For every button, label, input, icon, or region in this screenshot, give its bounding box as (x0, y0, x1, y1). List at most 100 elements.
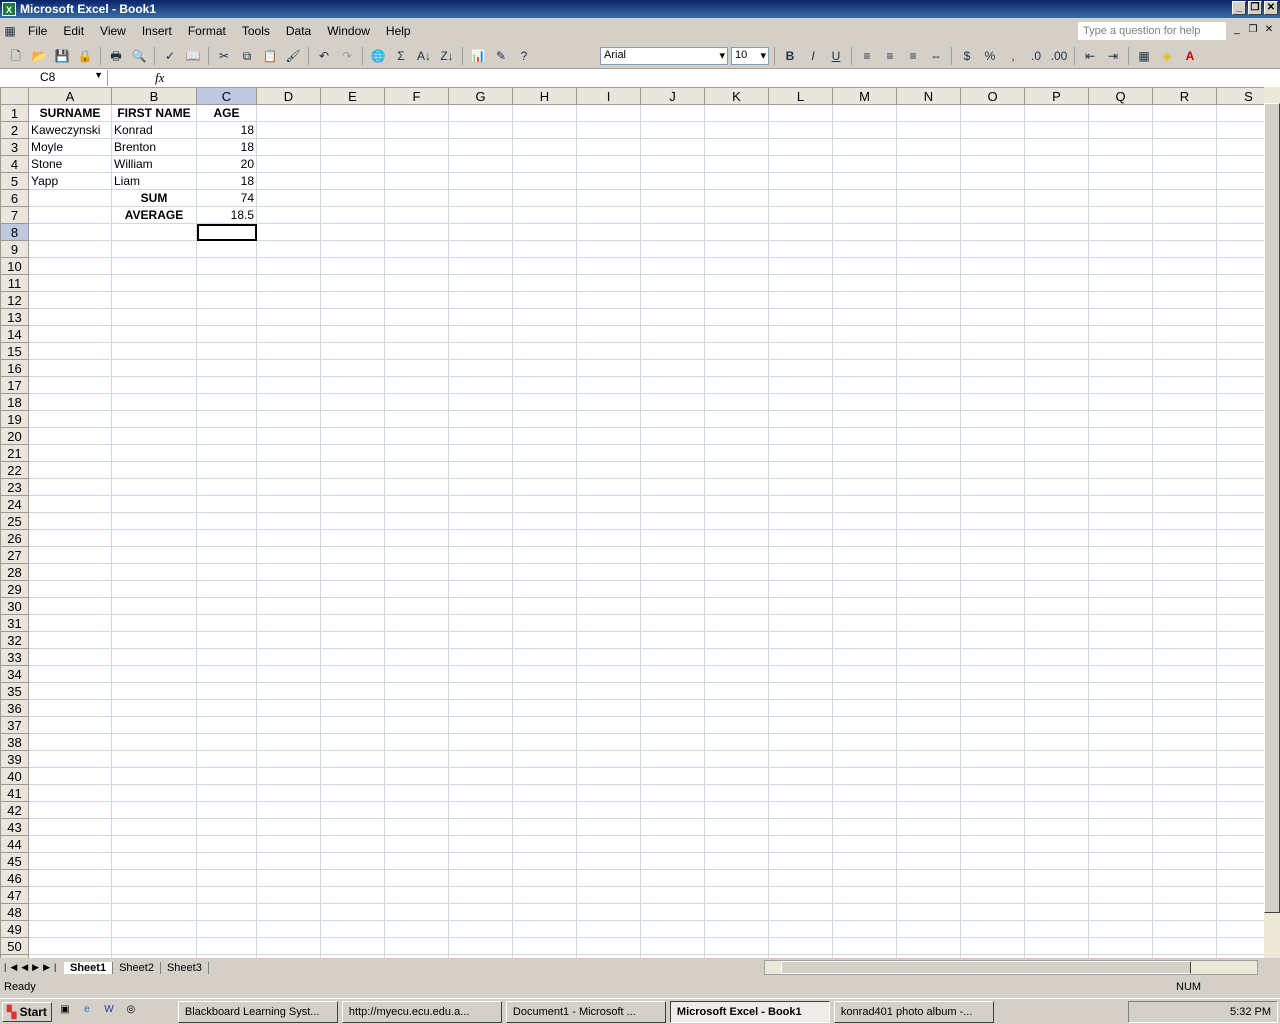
cell-L9[interactable] (768, 240, 833, 258)
cell-F22[interactable] (384, 461, 449, 479)
cell-C22[interactable] (196, 461, 257, 479)
cell-S10[interactable] (1216, 257, 1264, 275)
cell-F3[interactable] (384, 138, 449, 156)
cell-C29[interactable] (196, 580, 257, 598)
cell-E8[interactable] (320, 223, 385, 241)
cell-K44[interactable] (704, 835, 769, 853)
cell-C32[interactable] (196, 631, 257, 649)
cell-P27[interactable] (1024, 546, 1089, 564)
cell-I49[interactable] (576, 920, 641, 938)
cell-I27[interactable] (576, 546, 641, 564)
cell-Q7[interactable] (1088, 206, 1153, 224)
cell-B5[interactable]: Liam (111, 172, 197, 190)
cell-N44[interactable] (896, 835, 961, 853)
cell-J18[interactable] (640, 393, 705, 411)
cell-F43[interactable] (384, 818, 449, 836)
cell-P50[interactable] (1024, 937, 1089, 955)
cell-R27[interactable] (1152, 546, 1217, 564)
cell-F47[interactable] (384, 886, 449, 904)
cell-G32[interactable] (448, 631, 513, 649)
cell-Q50[interactable] (1088, 937, 1153, 955)
cell-O26[interactable] (960, 529, 1025, 547)
cell-B17[interactable] (111, 376, 197, 394)
cell-L16[interactable] (768, 359, 833, 377)
cell-S29[interactable] (1216, 580, 1264, 598)
sheet-nav-arrows[interactable]: |◀◀▶▶| (0, 962, 64, 973)
cell-F7[interactable] (384, 206, 449, 224)
cell-A36[interactable] (28, 699, 112, 717)
cell-N27[interactable] (896, 546, 961, 564)
cell-N24[interactable] (896, 495, 961, 513)
cell-I36[interactable] (576, 699, 641, 717)
cell-J14[interactable] (640, 325, 705, 343)
cell-M12[interactable] (832, 291, 897, 309)
cell-F17[interactable] (384, 376, 449, 394)
percent-button[interactable]: % (980, 46, 1000, 66)
cell-K20[interactable] (704, 427, 769, 445)
cell-H21[interactable] (512, 444, 577, 462)
cell-S33[interactable] (1216, 648, 1264, 666)
cell-P10[interactable] (1024, 257, 1089, 275)
cell-K46[interactable] (704, 869, 769, 887)
cell-L42[interactable] (768, 801, 833, 819)
row-header-10[interactable]: 10 (0, 257, 29, 275)
cell-D32[interactable] (256, 631, 321, 649)
cell-D34[interactable] (256, 665, 321, 683)
cell-Q49[interactable] (1088, 920, 1153, 938)
cell-Q29[interactable] (1088, 580, 1153, 598)
cell-I23[interactable] (576, 478, 641, 496)
cell-Q10[interactable] (1088, 257, 1153, 275)
row-header-45[interactable]: 45 (0, 852, 29, 870)
cell-C31[interactable] (196, 614, 257, 632)
cell-O16[interactable] (960, 359, 1025, 377)
cell-N11[interactable] (896, 274, 961, 292)
menu-edit[interactable]: Edit (55, 24, 92, 38)
cell-B47[interactable] (111, 886, 197, 904)
cell-N13[interactable] (896, 308, 961, 326)
cell-A42[interactable] (28, 801, 112, 819)
cell-M40[interactable] (832, 767, 897, 785)
cell-B24[interactable] (111, 495, 197, 513)
cell-G30[interactable] (448, 597, 513, 615)
cell-K7[interactable] (704, 206, 769, 224)
cell-L45[interactable] (768, 852, 833, 870)
cell-E29[interactable] (320, 580, 385, 598)
cell-R47[interactable] (1152, 886, 1217, 904)
cell-M44[interactable] (832, 835, 897, 853)
cell-J36[interactable] (640, 699, 705, 717)
cell-N41[interactable] (896, 784, 961, 802)
cell-G15[interactable] (448, 342, 513, 360)
cell-D7[interactable] (256, 206, 321, 224)
cell-N25[interactable] (896, 512, 961, 530)
cell-S44[interactable] (1216, 835, 1264, 853)
cell-D16[interactable] (256, 359, 321, 377)
cell-P40[interactable] (1024, 767, 1089, 785)
cell-C12[interactable] (196, 291, 257, 309)
column-header-M[interactable]: M (832, 87, 897, 105)
cell-A18[interactable] (28, 393, 112, 411)
cell-P39[interactable] (1024, 750, 1089, 768)
cell-A1[interactable]: SURNAME (28, 104, 112, 122)
cell-M20[interactable] (832, 427, 897, 445)
cell-D45[interactable] (256, 852, 321, 870)
column-header-J[interactable]: J (640, 87, 705, 105)
menu-file[interactable]: File (20, 24, 55, 38)
cell-N4[interactable] (896, 155, 961, 173)
cell-L11[interactable] (768, 274, 833, 292)
cell-N42[interactable] (896, 801, 961, 819)
cell-N34[interactable] (896, 665, 961, 683)
cell-Q3[interactable] (1088, 138, 1153, 156)
cell-D15[interactable] (256, 342, 321, 360)
cell-E19[interactable] (320, 410, 385, 428)
cell-R49[interactable] (1152, 920, 1217, 938)
cell-R15[interactable] (1152, 342, 1217, 360)
cell-A41[interactable] (28, 784, 112, 802)
workbook-icon[interactable]: ▦ (0, 21, 20, 41)
cell-E11[interactable] (320, 274, 385, 292)
column-header-D[interactable]: D (256, 87, 321, 105)
cell-S15[interactable] (1216, 342, 1264, 360)
row-header-46[interactable]: 46 (0, 869, 29, 887)
cell-Q8[interactable] (1088, 223, 1153, 241)
cell-B20[interactable] (111, 427, 197, 445)
cell-J42[interactable] (640, 801, 705, 819)
